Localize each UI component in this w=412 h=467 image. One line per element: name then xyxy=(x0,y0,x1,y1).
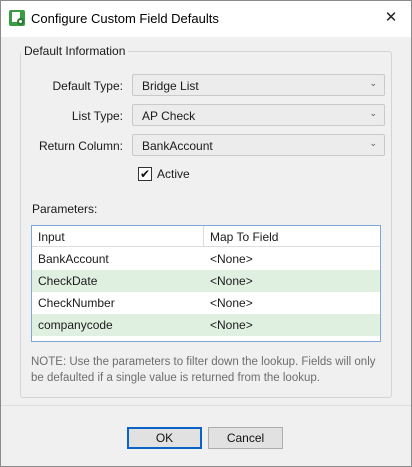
dialog-title: Configure Custom Field Defaults xyxy=(31,11,219,26)
table-row[interactable]: companycode <None> xyxy=(32,314,380,336)
chevron-down-icon: ⌄ xyxy=(369,108,377,118)
table-row[interactable]: CheckNumber <None> xyxy=(32,292,380,314)
dialog-window: Configure Custom Field Defaults ✕ Defaul… xyxy=(0,0,412,467)
group-legend: Default Information xyxy=(21,44,129,58)
return-column-dropdown[interactable]: BankAccount ⌄ xyxy=(132,134,385,156)
list-type-label: List Type: xyxy=(71,109,123,123)
row-map-field[interactable]: <None> xyxy=(210,296,253,310)
list-type-dropdown[interactable]: AP Check ⌄ xyxy=(132,104,385,126)
grid-header: Input Map To Field xyxy=(32,226,380,247)
help-note: NOTE: Use the parameters to filter down … xyxy=(31,356,376,384)
column-divider[interactable] xyxy=(203,226,204,247)
row-input: companycode xyxy=(38,318,113,332)
chevron-down-icon: ⌄ xyxy=(369,138,377,148)
return-column-label: Return Column: xyxy=(38,139,123,153)
row-input: CheckNumber xyxy=(38,296,115,310)
return-column-value: BankAccount xyxy=(142,139,213,153)
list-type-value: AP Check xyxy=(142,109,196,123)
close-icon[interactable]: ✕ xyxy=(376,5,406,31)
row-map-field[interactable]: <None> xyxy=(210,274,253,288)
parameters-label: Parameters: xyxy=(32,202,98,216)
table-row[interactable]: CheckDate <None> xyxy=(32,270,380,292)
row-input: BankAccount xyxy=(38,252,109,266)
active-label: Active xyxy=(157,167,190,181)
custom-field-icon xyxy=(9,10,25,26)
row-map-field[interactable]: <None> xyxy=(210,318,253,332)
table-row[interactable]: BankAccount <None> xyxy=(32,248,380,270)
default-type-label: Default Type: xyxy=(52,79,124,93)
column-header-input[interactable]: Input xyxy=(38,230,65,244)
active-checkbox[interactable]: ✔ xyxy=(138,167,152,181)
row-map-field[interactable]: <None> xyxy=(210,252,253,266)
row-input: CheckDate xyxy=(38,274,98,288)
cancel-button[interactable]: Cancel xyxy=(208,427,283,449)
button-bar: OK Cancel xyxy=(1,405,411,466)
default-type-dropdown[interactable]: Bridge List ⌄ xyxy=(132,74,385,96)
default-type-value: Bridge List xyxy=(142,79,199,93)
ok-button[interactable]: OK xyxy=(127,427,202,449)
parameters-grid: Input Map To Field BankAccount <None> Ch… xyxy=(31,225,381,342)
title-bar: Configure Custom Field Defaults ✕ xyxy=(1,1,411,37)
dialog-body: Default Information Default Type: Bridge… xyxy=(7,38,405,404)
chevron-down-icon: ⌄ xyxy=(369,78,377,88)
column-header-map-to-field[interactable]: Map To Field xyxy=(210,230,278,244)
